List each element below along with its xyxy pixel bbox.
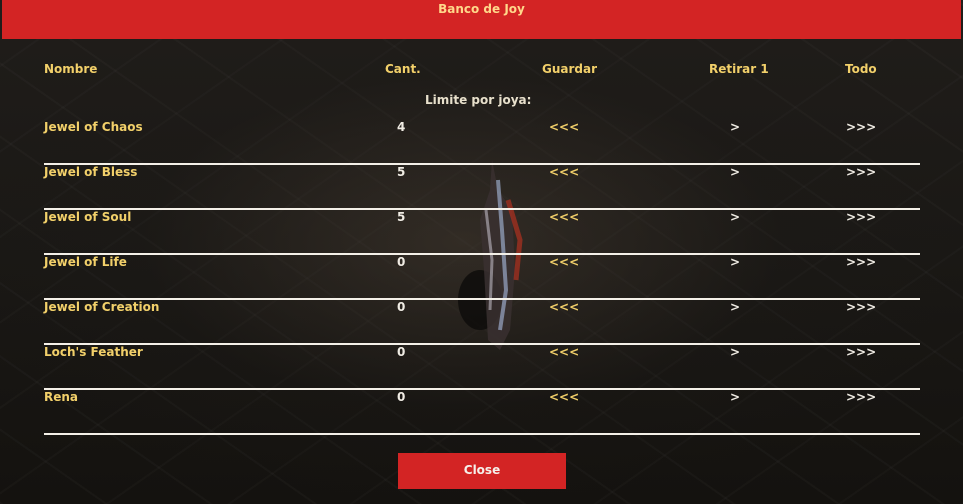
jewel-row: Jewel of Soul 5 <<< > >>> [44, 210, 920, 255]
jewel-row: Loch's Feather 0 <<< > >>> [44, 345, 920, 390]
jewel-name: Jewel of Life [44, 255, 127, 269]
store-button[interactable]: <<< [549, 255, 579, 269]
jewel-row: Jewel of Chaos 4 <<< > >>> [44, 120, 920, 165]
column-header-store: Guardar [542, 62, 598, 76]
column-header-withdraw-all: Todo [845, 62, 877, 76]
jewel-quantity: 0 [397, 345, 406, 359]
store-button[interactable]: <<< [549, 390, 579, 404]
withdraw-all-button[interactable]: >>> [846, 210, 876, 224]
column-header-withdraw-one: Retirar 1 [709, 62, 769, 76]
withdraw-all-button[interactable]: >>> [846, 390, 876, 404]
withdraw-all-button[interactable]: >>> [846, 345, 876, 359]
jewel-name: Jewel of Creation [44, 300, 160, 314]
jewel-name: Jewel of Chaos [44, 120, 143, 134]
jewel-row: Jewel of Life 0 <<< > >>> [44, 255, 920, 300]
window-header: Banco de Joy [2, 0, 961, 39]
store-button[interactable]: <<< [549, 210, 579, 224]
jewel-row: Jewel of Bless 5 <<< > >>> [44, 165, 920, 210]
store-button[interactable]: <<< [549, 120, 579, 134]
jewel-quantity: 0 [397, 300, 406, 314]
withdraw-one-button[interactable]: > [730, 255, 740, 269]
window-title: Banco de Joy [438, 2, 525, 16]
jewel-name: Jewel of Bless [44, 165, 138, 179]
withdraw-all-button[interactable]: >>> [846, 120, 876, 134]
withdraw-one-button[interactable]: > [730, 120, 740, 134]
store-button[interactable]: <<< [549, 300, 579, 314]
jewel-row: Jewel of Creation 0 <<< > >>> [44, 300, 920, 345]
limit-per-jewel-label: Limite por joya: [425, 93, 532, 107]
close-button[interactable]: Close [398, 453, 566, 489]
jewel-quantity: 5 [397, 210, 406, 224]
store-button[interactable]: <<< [549, 345, 579, 359]
withdraw-all-button[interactable]: >>> [846, 255, 876, 269]
withdraw-one-button[interactable]: > [730, 165, 740, 179]
jewel-name: Rena [44, 390, 79, 404]
column-header-qty: Cant. [385, 62, 421, 76]
jewel-quantity: 0 [397, 390, 406, 404]
withdraw-one-button[interactable]: > [730, 210, 740, 224]
jewel-quantity: 0 [397, 255, 406, 269]
withdraw-all-button[interactable]: >>> [846, 300, 876, 314]
store-button[interactable]: <<< [549, 165, 579, 179]
jewel-name: Jewel of Soul [44, 210, 132, 224]
jewel-quantity: 4 [397, 120, 406, 134]
jewel-quantity: 5 [397, 165, 406, 179]
withdraw-one-button[interactable]: > [730, 390, 740, 404]
jewel-row: Rena 0 <<< > >>> [44, 390, 920, 435]
withdraw-one-button[interactable]: > [730, 300, 740, 314]
withdraw-one-button[interactable]: > [730, 345, 740, 359]
jewel-name: Loch's Feather [44, 345, 143, 359]
column-header-name: Nombre [44, 62, 98, 76]
withdraw-all-button[interactable]: >>> [846, 165, 876, 179]
